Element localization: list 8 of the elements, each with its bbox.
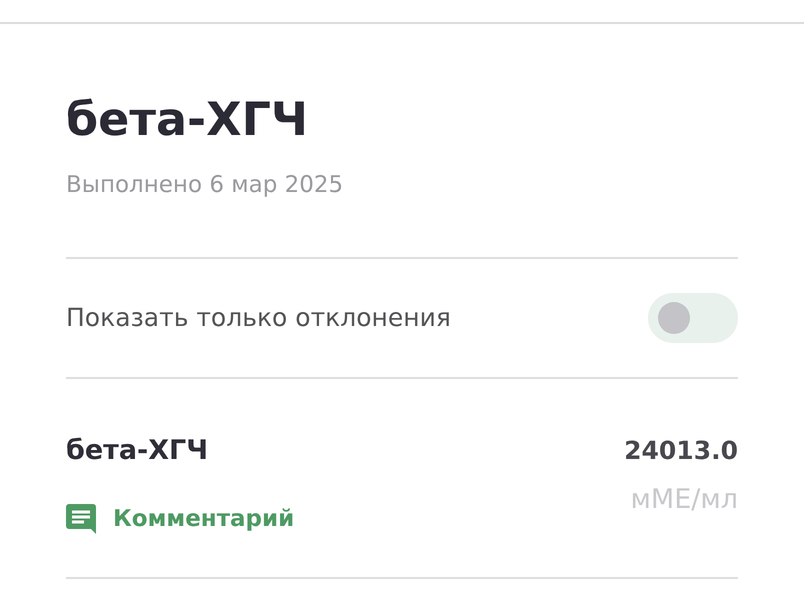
completed-date: Выполнено 6 мар 2025 (66, 171, 344, 200)
toggle-switch[interactable] (648, 293, 738, 343)
filter-label: Показать только отклонения (66, 302, 451, 334)
result-value: 24013.0 (624, 435, 738, 467)
comment-icon (66, 504, 96, 535)
comment-link[interactable]: Комментарий (66, 502, 294, 536)
result-name: бета-ХГЧ (66, 434, 208, 468)
page-title: бета-ХГЧ (66, 92, 308, 146)
